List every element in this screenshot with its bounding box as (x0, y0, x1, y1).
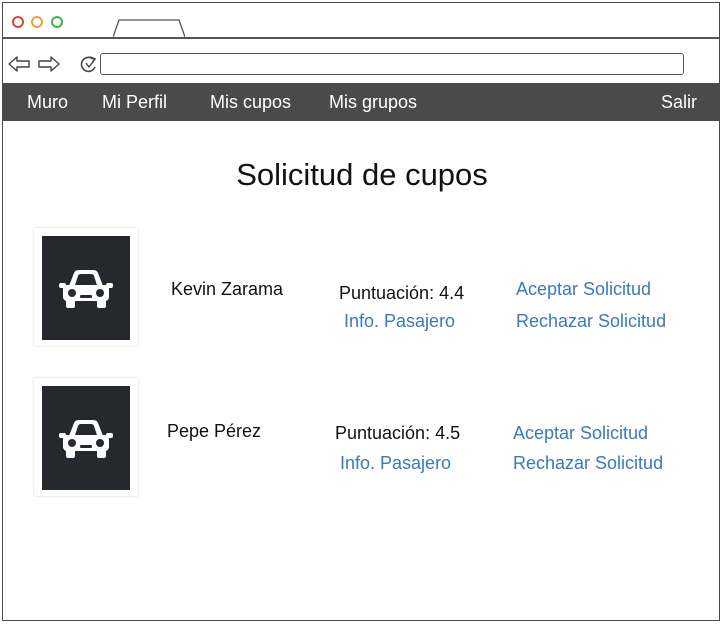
avatar-background (42, 236, 130, 340)
nav-item-mis-grupos[interactable]: Mis grupos (329, 92, 417, 112)
page-title: Solicitud de cupos (236, 157, 488, 192)
nav-item-mis-cupos[interactable]: Mis cupos (210, 92, 291, 112)
title-bar (3, 3, 719, 39)
passenger-name: Pepe Pérez (167, 421, 262, 441)
forward-arrow-icon[interactable] (37, 55, 61, 73)
score-text: Puntuación: 4.5 (335, 423, 460, 443)
browser-tab[interactable] (113, 19, 185, 37)
logout-link[interactable]: Salir (661, 92, 697, 112)
score-label: Puntuación: (339, 283, 435, 303)
score-value: 4.5 (435, 423, 461, 443)
minimize-window-button[interactable] (31, 16, 43, 28)
maximize-window-button[interactable] (51, 16, 63, 28)
passenger-info-link[interactable]: Info. Pasajero (344, 311, 455, 331)
url-input[interactable] (100, 53, 684, 75)
passenger-info-link[interactable]: Info. Pasajero (340, 453, 451, 473)
score-label: Puntuación: (335, 423, 431, 443)
score-value: 4.4 (439, 283, 465, 303)
reload-icon[interactable] (78, 54, 100, 76)
reject-request-link[interactable]: Rechazar Solicitud (513, 453, 663, 473)
car-icon (59, 270, 113, 308)
accept-request-link[interactable]: Aceptar Solicitud (516, 279, 651, 299)
car-icon (59, 420, 113, 458)
main-navbar: Muro Mi Perfil Mis cupos Mis grupos Sali… (3, 83, 719, 121)
accept-request-link[interactable]: Aceptar Solicitud (513, 423, 648, 443)
address-bar (3, 39, 719, 83)
avatar-background (42, 386, 130, 490)
request-avatar (34, 378, 138, 496)
close-window-button[interactable] (12, 16, 24, 28)
back-arrow-icon[interactable] (7, 55, 31, 73)
nav-item-mi-perfil[interactable]: Mi Perfil (102, 92, 167, 112)
score-text: Puntuación: 4.4 (339, 283, 464, 303)
browser-window: Muro Mi Perfil Mis cupos Mis grupos Sali… (2, 2, 720, 621)
nav-item-muro[interactable]: Muro (27, 92, 68, 112)
request-avatar (34, 228, 138, 346)
reject-request-link[interactable]: Rechazar Solicitud (516, 311, 666, 331)
passenger-name: Kevin Zarama (171, 279, 284, 299)
